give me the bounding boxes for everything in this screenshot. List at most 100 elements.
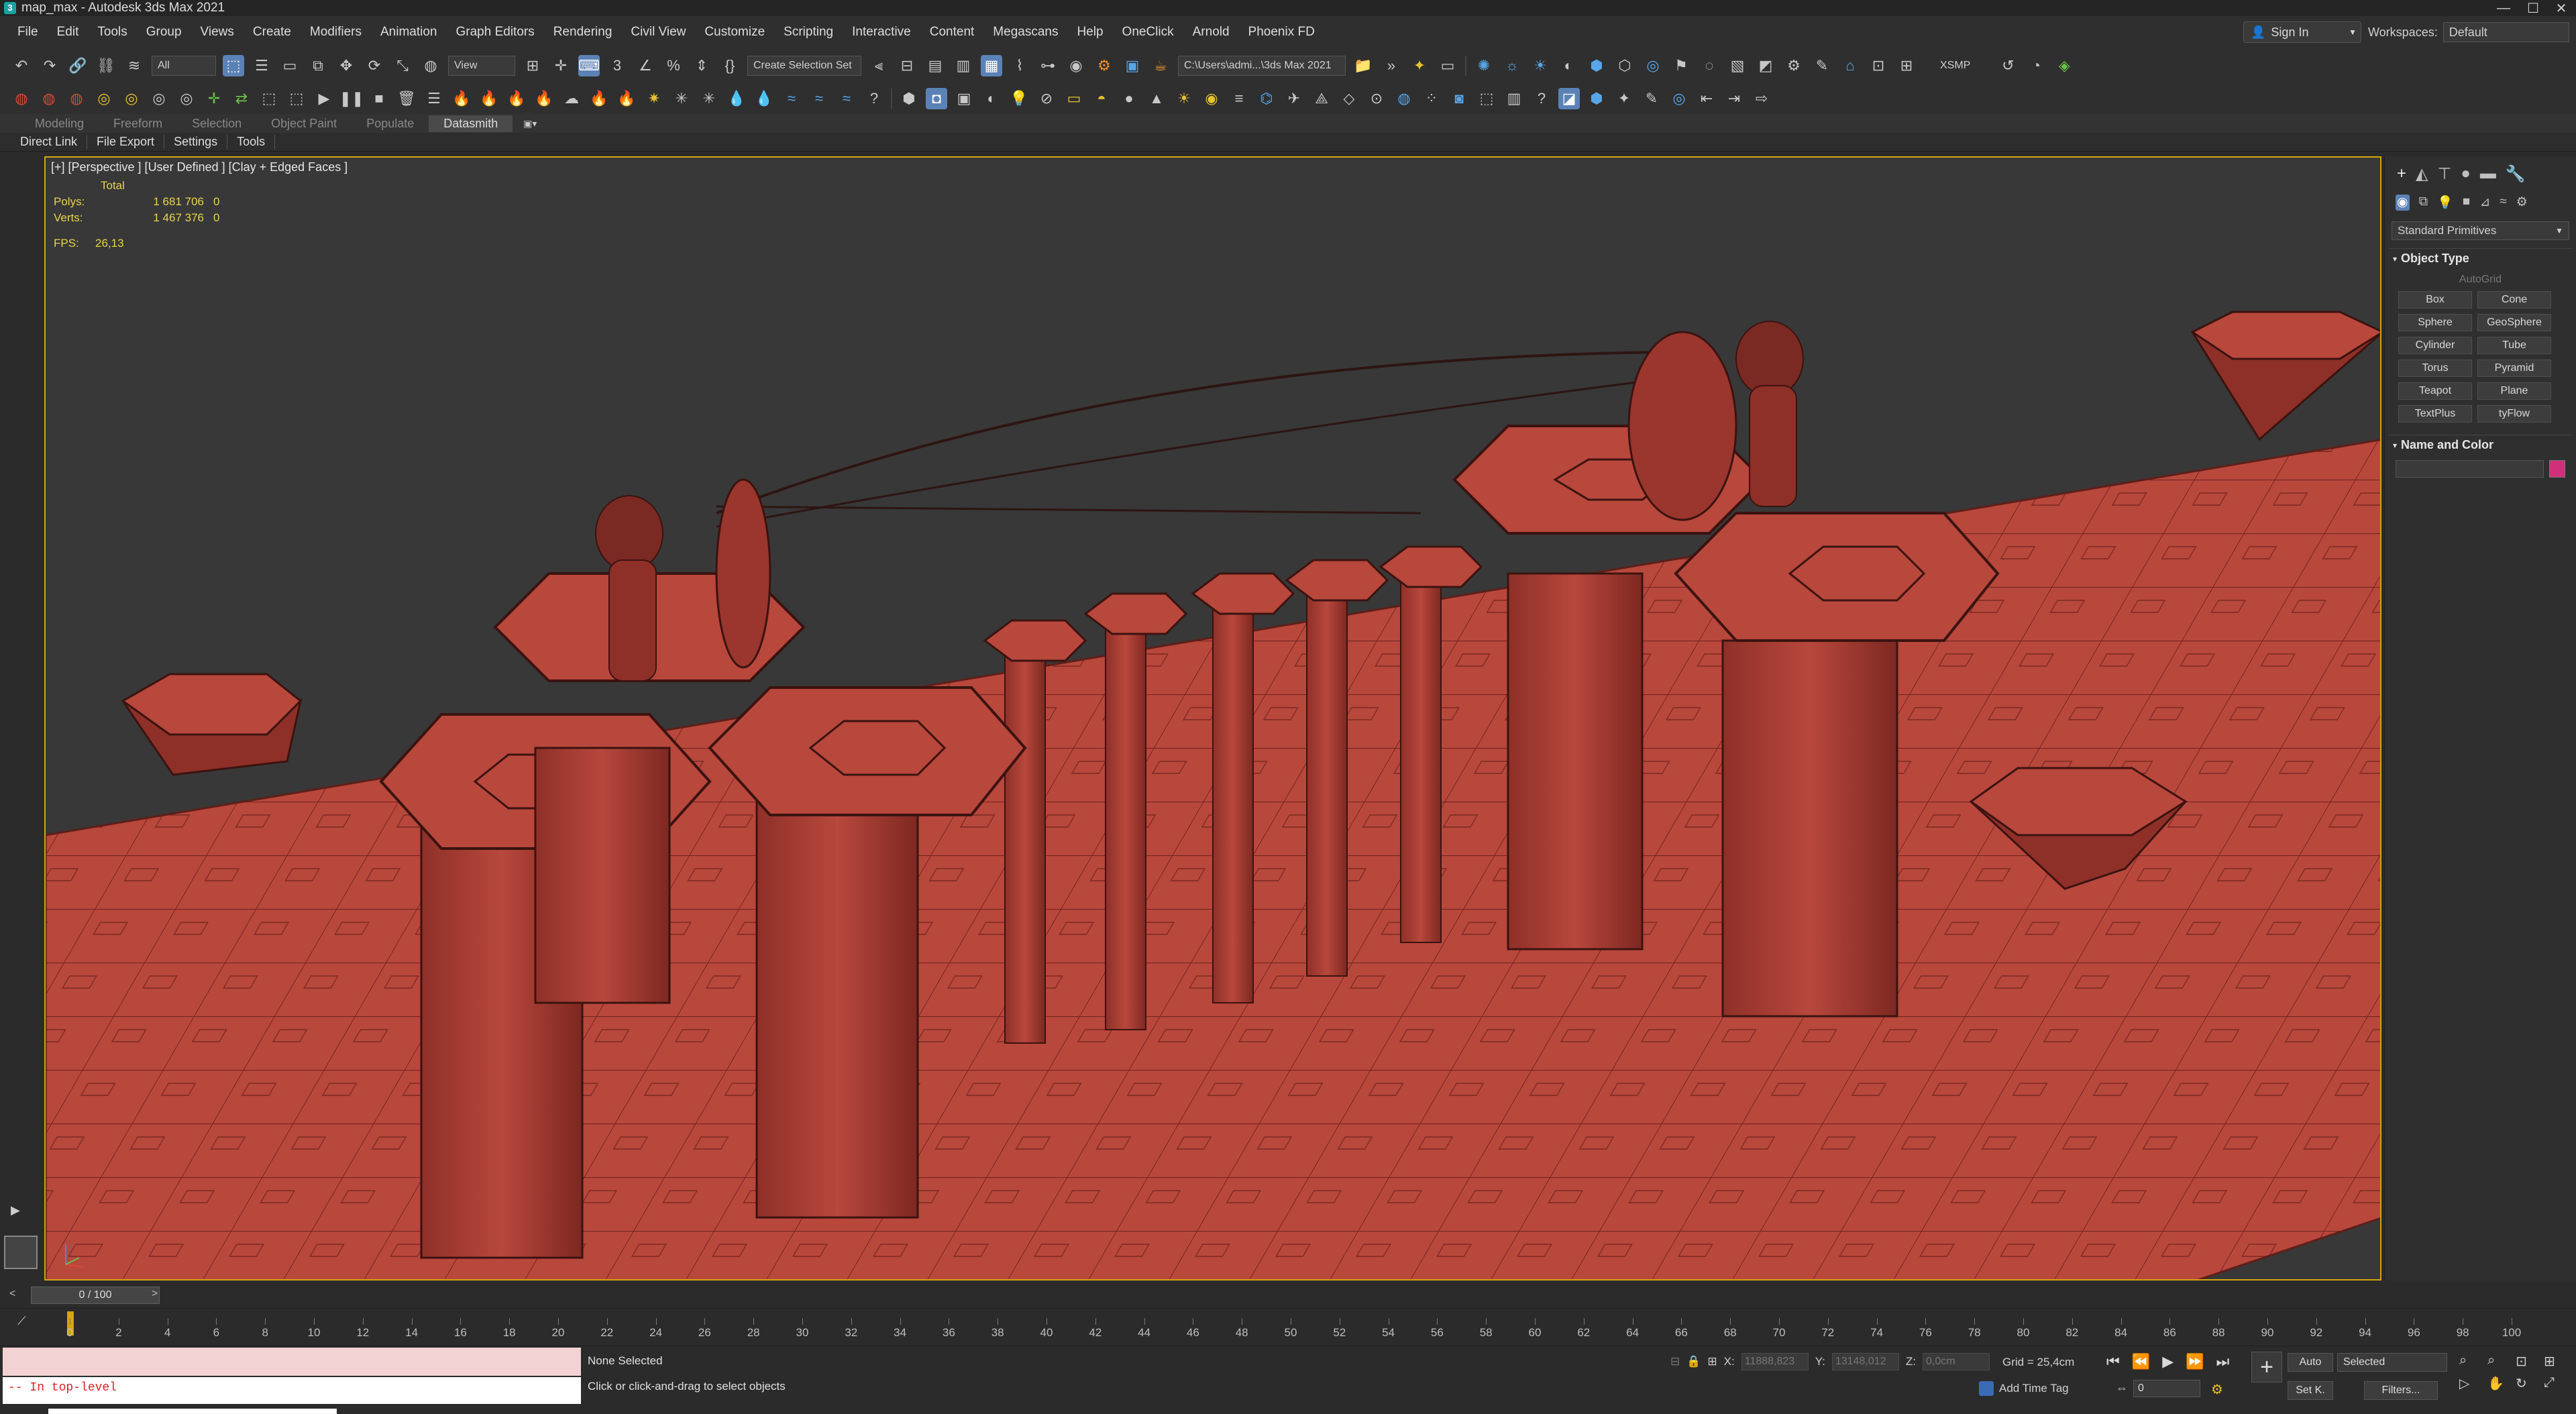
zoom-all-icon[interactable]: ⌕ bbox=[2487, 1353, 2512, 1370]
arnold-light-icon[interactable]: ✺ bbox=[1473, 55, 1495, 76]
display-tab-icon[interactable]: ▬ bbox=[2480, 164, 2496, 184]
fire-icon-4[interactable]: 🔥 bbox=[533, 88, 555, 109]
ribbon-tab-datasmith[interactable]: Datasmith bbox=[429, 115, 513, 132]
play-animation-icon[interactable]: ▶ bbox=[2162, 1353, 2174, 1370]
modify-tab-icon[interactable]: ◭ bbox=[2416, 164, 2428, 184]
liquid-icon-5[interactable]: ≈ bbox=[836, 88, 857, 109]
object-icon-12[interactable]: ✎ bbox=[1641, 88, 1662, 109]
render-production-icon[interactable]: ☕ bbox=[1150, 55, 1171, 76]
megascans-icon[interactable]: ◈ bbox=[2053, 55, 2075, 76]
tool-b-icon[interactable]: ◍ bbox=[38, 88, 60, 109]
tool-i-icon[interactable]: ⇄ bbox=[231, 88, 252, 109]
scene-explorer-icon[interactable]: ▤ bbox=[924, 55, 946, 76]
unlink-icon[interactable]: ⛓ bbox=[95, 55, 117, 76]
geosphere-button[interactable]: GeoSphere bbox=[2477, 314, 2551, 331]
selection-filter-dropdown[interactable]: All bbox=[152, 56, 216, 76]
set-key-big-icon[interactable]: + bbox=[2251, 1352, 2282, 1382]
pause-icon[interactable]: ❚❚ bbox=[339, 88, 364, 109]
time-config-icon[interactable]: ⚙ bbox=[2211, 1381, 2223, 1398]
prev-frame-icon[interactable]: < bbox=[9, 1288, 15, 1300]
arnold-skydome-icon[interactable]: ☼ bbox=[1501, 55, 1523, 76]
asset-editor-icon[interactable]: ◙ bbox=[1448, 88, 1470, 109]
object-icon-2[interactable]: ◘ bbox=[926, 88, 947, 109]
liquid-icon-2[interactable]: 💧 bbox=[753, 88, 775, 109]
smoke-icon[interactable]: ☁ bbox=[561, 88, 582, 109]
snaps-toggle-icon[interactable]: 3 bbox=[606, 55, 628, 76]
liquid-icon-3[interactable]: ≈ bbox=[781, 88, 802, 109]
zoom-icon[interactable]: ⌕ bbox=[2459, 1353, 2483, 1370]
arnold-volume-icon[interactable]: ◐ bbox=[1558, 55, 1579, 76]
particle-icon-3[interactable]: ✳ bbox=[698, 88, 720, 109]
bind-spacewarp-icon[interactable]: ≋ bbox=[123, 55, 145, 76]
named-selection-dropdown[interactable]: Create Selection Set bbox=[747, 56, 861, 76]
systems-icon[interactable]: ⚙ bbox=[2516, 195, 2528, 211]
plane-light-icon[interactable]: ▭ bbox=[1063, 88, 1085, 109]
auto-key-button[interactable]: Auto bbox=[2288, 1353, 2333, 1372]
sign-in-dropdown[interactable]: 👤 Sign In ▼ bbox=[2243, 21, 2361, 43]
arnold-object-icon[interactable]: ⬡ bbox=[1614, 55, 1635, 76]
edit-named-sets-icon[interactable]: {} bbox=[719, 55, 741, 76]
arnold-render-icon[interactable]: ✦ bbox=[1409, 55, 1430, 76]
ribbon-options-icon[interactable]: ▣▾ bbox=[522, 117, 538, 130]
menu-arnold[interactable]: Arnold bbox=[1183, 25, 1239, 40]
object-icon-3[interactable]: ▣ bbox=[953, 88, 975, 109]
place-icon[interactable]: ◍ bbox=[420, 55, 441, 76]
ribbon-toggle-icon[interactable]: ▦ bbox=[981, 55, 1002, 76]
rotate-icon[interactable]: ⟳ bbox=[364, 55, 385, 76]
cylinder-button[interactable]: Cylinder bbox=[2398, 337, 2472, 354]
maxscript-listener-input[interactable] bbox=[3, 1348, 581, 1376]
proxy-icon[interactable]: ✈ bbox=[1283, 88, 1305, 109]
ribbon-direct-link[interactable]: Direct Link bbox=[11, 135, 88, 149]
mesh-icon[interactable]: ⟁ bbox=[1311, 88, 1332, 109]
hierarchy-tab-icon[interactable]: ⊤ bbox=[2437, 164, 2451, 184]
menu-rendering[interactable]: Rendering bbox=[544, 25, 622, 40]
decal-icon[interactable]: ⊙ bbox=[1366, 88, 1387, 109]
menu-scripting[interactable]: Scripting bbox=[774, 25, 843, 40]
stop-icon[interactable]: ■ bbox=[368, 88, 390, 109]
pan-icon[interactable]: ✋ bbox=[2487, 1375, 2512, 1392]
vfb-icon[interactable]: ◍ bbox=[1393, 88, 1415, 109]
menu-interactive[interactable]: Interactive bbox=[843, 25, 920, 40]
arnold-aov-icon[interactable]: ◌ bbox=[1699, 55, 1720, 76]
plane-button[interactable]: Plane bbox=[2477, 382, 2551, 400]
liquid-icon-1[interactable]: 💧 bbox=[726, 88, 747, 109]
arnold-grid-icon[interactable]: ⊞ bbox=[1896, 55, 1917, 76]
z-coordinate-field[interactable]: 0,0cm bbox=[1922, 1353, 1990, 1370]
spinner-snap-icon[interactable]: ⇕ bbox=[691, 55, 712, 76]
arnold-bucket-icon[interactable]: ⌂ bbox=[1839, 55, 1861, 76]
pyramid-button[interactable]: Pyramid bbox=[2477, 360, 2551, 377]
move-icon[interactable]: ✥ bbox=[335, 55, 357, 76]
object-icon-8[interactable]: ? bbox=[1531, 88, 1552, 109]
fire-icon-6[interactable]: 🔥 bbox=[616, 88, 637, 109]
sphere-button[interactable]: Sphere bbox=[2398, 314, 2472, 331]
arnold-camera-icon[interactable]: ◎ bbox=[1642, 55, 1664, 76]
select-by-name-icon[interactable]: ☰ bbox=[251, 55, 272, 76]
tool-f-icon[interactable]: ◎ bbox=[148, 88, 170, 109]
tyflow-button[interactable]: tyFlow bbox=[2477, 405, 2551, 423]
menu-oneclick[interactable]: OneClick bbox=[1113, 25, 1183, 40]
object-icon-6[interactable]: ⬚ bbox=[1476, 88, 1497, 109]
tool-c-icon[interactable]: ◍ bbox=[66, 88, 87, 109]
arnold-proxy-icon[interactable]: ⚑ bbox=[1670, 55, 1692, 76]
cone-button[interactable]: Cone bbox=[2477, 291, 2551, 309]
previous-frame-icon[interactable]: ⏪ bbox=[2132, 1353, 2150, 1370]
undo-icon[interactable]: ↶ bbox=[11, 55, 32, 76]
textplus-button[interactable]: TextPlus bbox=[2398, 405, 2472, 423]
color-picker-icon[interactable]: ⁘ bbox=[1421, 88, 1442, 109]
x-coordinate-field[interactable]: 11888,823 bbox=[1741, 1353, 1809, 1370]
maxscript-listener-output[interactable]: -- In top-level bbox=[3, 1377, 581, 1404]
menu-civil-view[interactable]: Civil View bbox=[621, 25, 695, 40]
list-icon[interactable]: ☰ bbox=[423, 88, 445, 109]
arnold-settings-icon[interactable]: ⚙ bbox=[1783, 55, 1805, 76]
fire-icon-1[interactable]: 🔥 bbox=[451, 88, 472, 109]
object-icon-11[interactable]: ✦ bbox=[1613, 88, 1635, 109]
object-icon-14[interactable]: ⇤ bbox=[1696, 88, 1717, 109]
angle-snap-icon[interactable]: ∠ bbox=[635, 55, 656, 76]
go-to-end-icon[interactable]: ⏭ bbox=[2216, 1353, 2230, 1370]
mirror-icon[interactable]: ⫷ bbox=[868, 55, 890, 76]
tool-j-icon[interactable]: ⬚ bbox=[258, 88, 280, 109]
create-tab-icon[interactable]: + bbox=[2397, 164, 2406, 184]
ribbon-tab-populate[interactable]: Populate bbox=[352, 115, 429, 132]
perspective-viewport[interactable]: [+] [Perspective ] [User Defined ] [Clay… bbox=[44, 156, 2381, 1281]
displacement-icon[interactable]: ⌬ bbox=[1256, 88, 1277, 109]
